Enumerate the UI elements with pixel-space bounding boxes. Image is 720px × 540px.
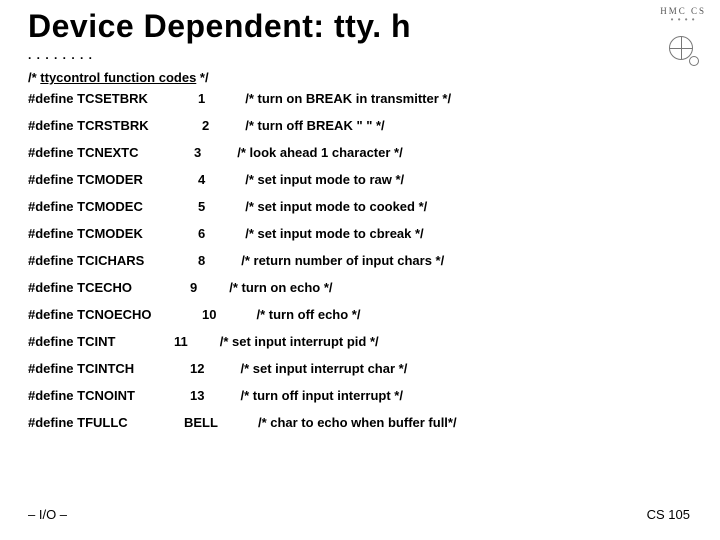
logo-dots: • • • •	[671, 16, 696, 24]
logo-block: HMC CS • • • •	[660, 6, 706, 66]
define-row: #define TCINT11/* set input interrupt pi…	[28, 335, 457, 348]
define-value: 12	[168, 362, 204, 375]
define-comment: /* char to echo when buffer full*/	[218, 416, 457, 429]
define-value: 11	[168, 335, 188, 348]
define-name: #define TCINTCH	[28, 362, 168, 375]
define-comment: /* set input mode to raw */	[205, 173, 404, 186]
define-value: 4	[168, 173, 205, 186]
define-value: 1	[168, 92, 205, 105]
define-name: #define TCMODEC	[28, 200, 168, 213]
define-name: #define TCINT	[28, 335, 168, 348]
define-comment: /* set input mode to cooked */	[205, 200, 427, 213]
define-row: #define TCNEXTC3/* look ahead 1 characte…	[28, 146, 457, 159]
define-comment: /* turn on echo */	[197, 281, 332, 294]
define-value: 6	[168, 227, 205, 240]
define-comment: /* set input interrupt char */	[204, 362, 407, 375]
footer-left: – I/O –	[28, 507, 67, 522]
define-row: #define TCICHARS8/* return number of inp…	[28, 254, 457, 267]
define-name: #define TCECHO	[28, 281, 168, 294]
define-comment: /* return number of input chars */	[205, 254, 444, 267]
define-row: #define TCINTCH12/* set input interrupt …	[28, 362, 457, 375]
define-name: #define TCMODER	[28, 173, 168, 186]
defines-block: #define TCSETBRK1/* turn on BREAK in tra…	[28, 92, 457, 443]
slide-title: Device Dependent: tty. h	[28, 8, 411, 45]
define-row: #define TCMODER4/* set input mode to raw…	[28, 173, 457, 186]
pennyfarthing-icon	[669, 26, 697, 66]
ellipsis-line: . . . . . . . .	[28, 48, 93, 62]
define-row: #define TCNOECHO10/* turn off echo */	[28, 308, 457, 321]
define-row: #define TCECHO9/* turn on echo */	[28, 281, 457, 294]
define-comment: /* turn off BREAK " " */	[209, 119, 384, 132]
define-value: 5	[168, 200, 205, 213]
define-value: 2	[168, 119, 209, 132]
define-comment: /* set input mode to cbreak */	[205, 227, 423, 240]
define-row: #define TCMODEC5/* set input mode to coo…	[28, 200, 457, 213]
heading-text: ttycontrol function codes	[40, 70, 196, 85]
define-name: #define TCNEXTC	[28, 146, 168, 159]
define-name: #define TFULLC	[28, 416, 168, 429]
define-value: 3	[168, 146, 201, 159]
footer-right: CS 105	[647, 507, 690, 522]
define-value: 8	[168, 254, 205, 267]
define-name: #define TCNOINT	[28, 389, 168, 402]
define-comment: /* look ahead 1 character */	[201, 146, 402, 159]
comment-close: */	[196, 70, 208, 85]
define-value: BELL	[168, 416, 218, 429]
define-row: #define TCMODEK6/* set input mode to cbr…	[28, 227, 457, 240]
define-row: #define TFULLCBELL/* char to echo when b…	[28, 416, 457, 429]
define-name: #define TCSETBRK	[28, 92, 168, 105]
define-comment: /* turn off input interrupt */	[204, 389, 402, 402]
define-name: #define TCRSTBRK	[28, 119, 168, 132]
define-row: #define TCSETBRK1/* turn on BREAK in tra…	[28, 92, 457, 105]
define-row: #define TCRSTBRK2/* turn off BREAK " " *…	[28, 119, 457, 132]
define-row: #define TCNOINT13/* turn off input inter…	[28, 389, 457, 402]
define-value: 9	[168, 281, 197, 294]
define-name: #define TCICHARS	[28, 254, 168, 267]
define-value: 13	[168, 389, 204, 402]
define-name: #define TCNOECHO	[28, 308, 168, 321]
comment-open: /*	[28, 70, 40, 85]
define-comment: /* turn on BREAK in transmitter */	[205, 92, 451, 105]
define-comment: /* turn off echo */	[216, 308, 360, 321]
section-heading: /* ttycontrol function codes */	[28, 70, 209, 85]
define-name: #define TCMODEK	[28, 227, 168, 240]
define-comment: /* set input interrupt pid */	[188, 335, 379, 348]
define-value: 10	[168, 308, 216, 321]
